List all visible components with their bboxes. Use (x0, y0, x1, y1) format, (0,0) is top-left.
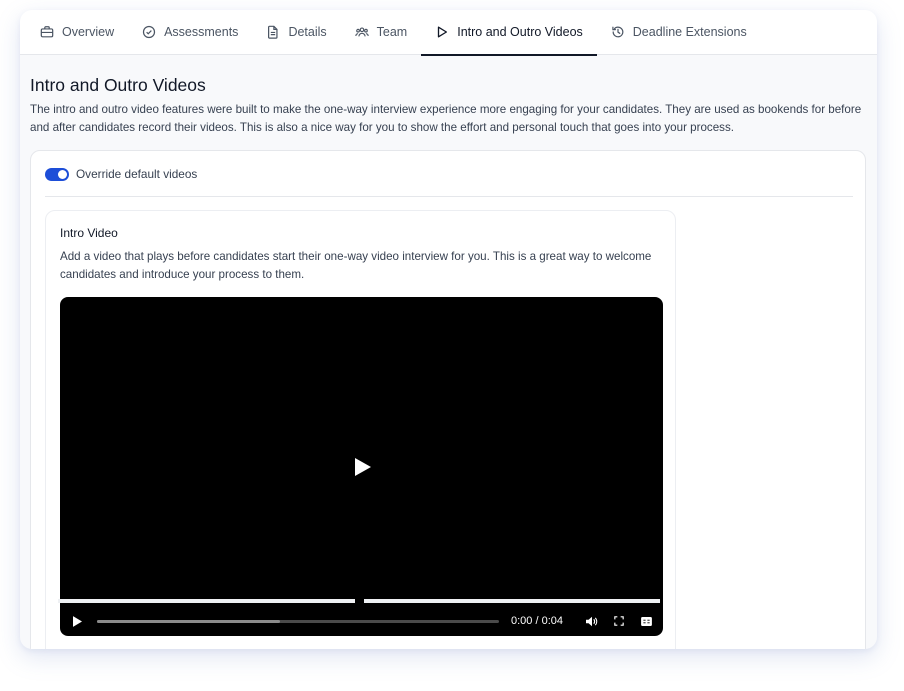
app-frame: Overview Assessments Details Team Intro … (20, 10, 877, 649)
override-label: Override default videos (76, 167, 198, 181)
video-controls: 0:00 / 0:04 (60, 606, 663, 636)
tab-team[interactable]: Team (341, 10, 422, 55)
toggle-knob (58, 170, 67, 179)
page-description: The intro and outro video features were … (30, 103, 862, 134)
right-controls (585, 614, 653, 628)
thumbnail-strip-right (364, 599, 660, 603)
tab-overview[interactable]: Overview (40, 10, 128, 55)
thumbnail-strip-left (58, 599, 355, 603)
page-title: Intro and Outro Videos (30, 75, 206, 95)
tab-label: Assessments (164, 25, 239, 39)
tab-details[interactable]: Details (252, 10, 340, 55)
intro-video-title: Intro Video (60, 226, 118, 240)
videos-card: Override default videos Intro Video Add … (30, 150, 866, 649)
big-play-icon[interactable] (354, 457, 372, 477)
tab-label: Deadline Extensions (632, 25, 747, 39)
intro-video-card: Intro Video Add a video that plays befor… (45, 210, 676, 649)
fullscreen-icon[interactable] (612, 614, 626, 628)
tab-label: Overview (62, 25, 115, 39)
tab-intro-outro-videos[interactable]: Intro and Outro Videos (421, 10, 597, 56)
history-icon (611, 25, 625, 39)
main-content: Intro and Outro Videos The intro and out… (30, 55, 867, 649)
tab-assessments[interactable]: Assessments (128, 10, 252, 55)
play-icon (435, 25, 449, 39)
tab-bar: Overview Assessments Details Team Intro … (20, 10, 877, 56)
progress-bar[interactable] (97, 619, 499, 623)
buffered-bar (97, 619, 280, 623)
tab-label: Team (376, 25, 408, 39)
volume-icon[interactable] (585, 614, 599, 628)
intro-video-description: Add a video that plays before candidates… (60, 250, 652, 281)
override-row: Override default videos (45, 167, 853, 197)
tab-label: Intro and Outro Videos (457, 25, 583, 39)
users-icon (354, 25, 369, 39)
briefcase-icon (40, 25, 54, 39)
time-display: 0:00 / 0:04 (511, 615, 563, 627)
play-button[interactable] (70, 614, 84, 628)
check-circle-icon (142, 25, 156, 39)
document-icon (266, 25, 280, 39)
captions-icon[interactable] (639, 614, 653, 628)
override-toggle[interactable] (45, 168, 69, 181)
video-player[interactable]: 0:00 / 0:04 (60, 297, 663, 636)
tab-deadline-extensions[interactable]: Deadline Extensions (597, 10, 761, 55)
tab-label: Details (288, 25, 327, 39)
